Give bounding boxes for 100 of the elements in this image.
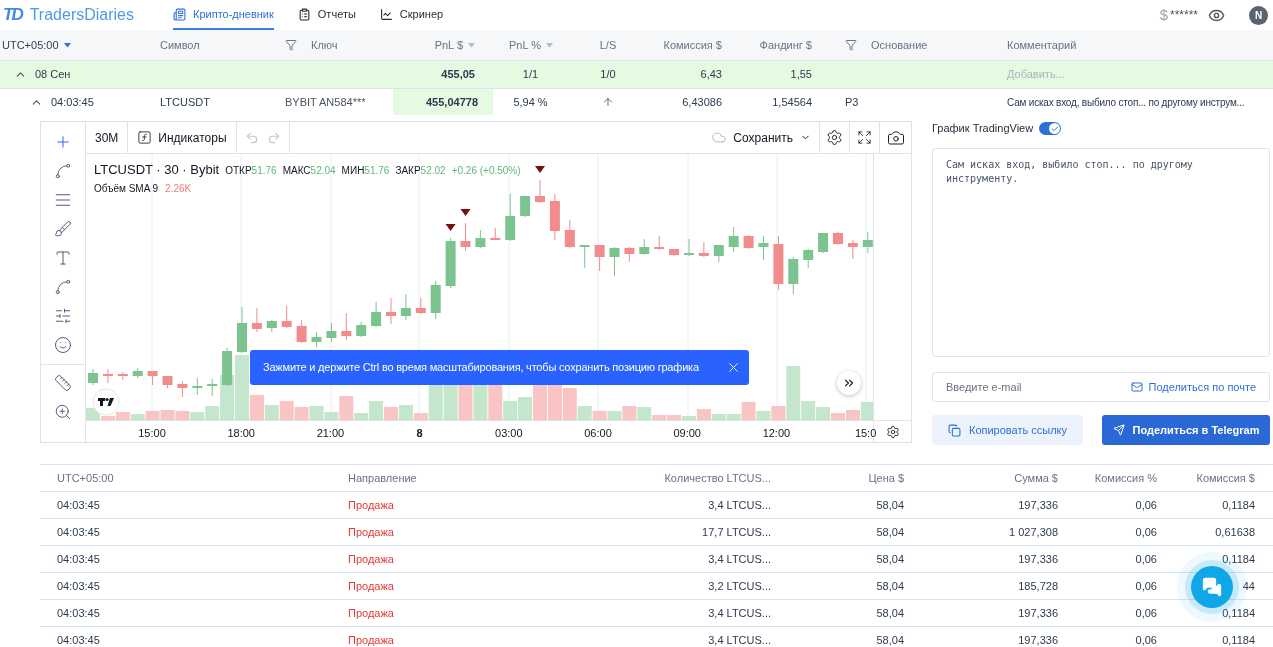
volume-label: Объём SMA 9 <box>94 182 159 196</box>
table-cell: 04:03:45 <box>57 525 100 538</box>
time-axis-label: 15:0 <box>854 426 877 441</box>
function-icon <box>137 130 153 145</box>
fullscreen-icon[interactable] <box>857 130 872 145</box>
ohlc-value: МАКС52.04 <box>282 164 336 178</box>
candle <box>237 306 247 354</box>
candle <box>728 226 739 253</box>
candle <box>654 235 665 251</box>
settings-icon[interactable] <box>885 424 900 439</box>
table-cell: 04:03:45 <box>57 606 100 619</box>
filter-icon[interactable] <box>845 39 857 51</box>
candle <box>788 256 799 295</box>
group-date: 08 Сен <box>35 67 71 83</box>
sliders-icon[interactable] <box>54 306 72 325</box>
telegram-share-button[interactable]: Поделиться в Telegram <box>1102 415 1270 445</box>
candle <box>579 244 590 269</box>
table-cell: 44 <box>1242 579 1255 592</box>
smile-icon[interactable] <box>54 335 72 354</box>
table-cell: 0,1184 <box>1222 498 1255 511</box>
email-field[interactable]: Введите e-mail Поделиться по почте <box>932 372 1270 402</box>
ohlc-value: МИН51.76 <box>341 164 390 178</box>
candle <box>594 244 605 272</box>
save-button[interactable]: Сохранить <box>700 122 820 153</box>
table-cell-text: 04:03:45 <box>51 94 94 110</box>
column-header[interactable]: PnL % <box>509 36 541 54</box>
table-cell-text: 6,43086 <box>682 94 722 110</box>
candle <box>684 238 694 257</box>
time-axis-label: 18:00 <box>227 426 255 441</box>
trend-line-icon[interactable] <box>54 161 72 180</box>
text-tool-icon[interactable] <box>54 248 72 267</box>
table-cell: 0,06 <box>1135 606 1157 619</box>
table-cell: 0,06 <box>1135 552 1157 565</box>
scroll-right-button[interactable] <box>837 371 861 395</box>
zoom-in-icon[interactable] <box>54 402 72 421</box>
column-header[interactable]: PnL $ <box>434 36 463 54</box>
logo-text[interactable]: TradersDiaries <box>29 3 134 27</box>
column-header: UTC+05:00 <box>57 471 114 484</box>
comment-field[interactable]: Сам исках вход, выбило стоп... по другому инструменту. <box>932 148 1270 357</box>
candle <box>549 193 560 241</box>
settings-icon[interactable] <box>826 129 843 146</box>
candle <box>102 368 113 384</box>
nav-tab[interactable]: Скринер <box>379 0 444 30</box>
time-axis-label: 8 <box>416 426 423 441</box>
price-change: +0.26 (+0.50%) <box>451 164 521 178</box>
candle <box>430 280 441 320</box>
column-header[interactable]: Основание <box>871 36 928 54</box>
camera-icon[interactable] <box>886 128 905 147</box>
currency-sign: $ <box>1159 4 1168 25</box>
candle <box>251 307 262 333</box>
filter-icon[interactable] <box>285 39 297 51</box>
indicators-button[interactable]: Индикаторы <box>128 122 237 153</box>
check-icon <box>1050 124 1059 133</box>
logo-mark[interactable]: TD <box>3 2 22 28</box>
table-cell: 17,7 LTCUS... <box>702 525 771 538</box>
column-header[interactable]: UTC+05:00 <box>2 36 59 54</box>
table-cell: 0,06 <box>1135 525 1157 538</box>
table-cell-text: 6,43 <box>700 67 722 83</box>
nav-tab[interactable]: Отчеты <box>297 0 356 30</box>
candle <box>400 293 411 321</box>
column-header[interactable]: Ключ <box>311 36 338 54</box>
candle <box>847 239 858 260</box>
tv-logo-icon[interactable] <box>92 388 120 416</box>
direction-cell: Продажа <box>348 498 394 511</box>
brush-icon[interactable] <box>54 219 72 238</box>
time-axis-label: 21:00 <box>316 426 345 441</box>
table-cell: P3 <box>845 95 859 108</box>
table-cell: 3,4 LTCUS... <box>708 498 771 511</box>
sort-caret-icon[interactable] <box>63 42 71 48</box>
pattern-icon[interactable] <box>54 277 72 296</box>
table-cell-text: 5,94 % <box>513 94 548 110</box>
table-cell: 58,04 <box>876 579 904 592</box>
candle <box>713 244 724 263</box>
send-icon <box>1112 424 1125 436</box>
pnl-cell: 455,04778 <box>393 89 493 115</box>
column-header: Комиссия $ <box>663 37 722 53</box>
interval-button[interactable]: 30M <box>86 122 129 153</box>
chat-button[interactable] <box>1191 566 1233 608</box>
copy-link-button[interactable]: Копировать ссылку <box>932 415 1083 445</box>
group-row[interactable]: 08 Сен 455,05 1/1 1/0 6,43 1,55 Добавить... <box>0 61 1273 89</box>
candle <box>371 301 382 328</box>
mail-icon <box>1131 381 1144 393</box>
candle <box>177 380 188 398</box>
chart-toggle[interactable] <box>1039 122 1062 135</box>
ruler-icon[interactable] <box>54 373 72 392</box>
table-cell: 3,4 LTCUS... <box>708 606 771 619</box>
toggle-label: График TradingView <box>932 121 1034 137</box>
candle <box>192 377 203 396</box>
user-avatar[interactable]: N <box>1249 5 1268 25</box>
hidden-balance: ****** <box>1169 7 1198 24</box>
candle <box>132 367 143 379</box>
table-cell: 0,61638 <box>1215 525 1255 538</box>
copy-icon <box>947 423 961 437</box>
table-cell-text: 1/1 <box>522 67 539 83</box>
candle <box>758 235 769 261</box>
column-header: Фандинг $ <box>759 37 812 53</box>
candle <box>833 231 843 246</box>
double-chevron-icon <box>842 376 856 390</box>
share-by-email-link[interactable]: Поделиться по почте <box>1131 378 1256 396</box>
close-icon[interactable] <box>726 360 741 375</box>
